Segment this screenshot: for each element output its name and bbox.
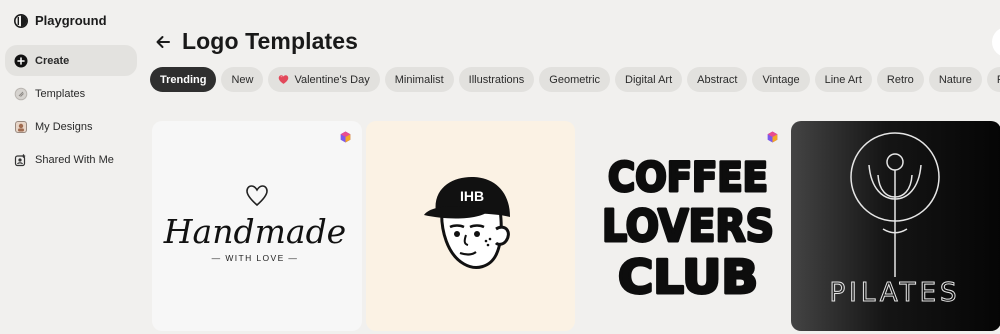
chip-illustrations[interactable]: Illustrations — [458, 67, 535, 92]
chip-abstract[interactable]: Abstract — [687, 67, 748, 92]
coffee-line-3: CLUB — [618, 250, 758, 304]
chip-minimalist[interactable]: Minimalist — [384, 67, 454, 92]
sidebar-item-label: My Designs — [35, 120, 93, 133]
chip-digital-art[interactable]: Digital Art — [615, 67, 683, 92]
sidebar-nav: Create Templates My Designs Shared With … — [5, 45, 137, 177]
brand[interactable]: Playground — [14, 13, 107, 28]
page-title: Logo Templates — [182, 28, 359, 54]
chip-line-art[interactable]: Line Art — [814, 67, 872, 92]
sidebar-item-shared[interactable]: Shared With Me — [5, 144, 137, 175]
chip-new[interactable]: New — [221, 67, 264, 92]
my-designs-icon — [14, 120, 28, 134]
playground-logo-icon — [14, 13, 28, 28]
sidebar-item-label: Create — [35, 54, 70, 67]
chip-more[interactable]: Fl — [986, 67, 1000, 92]
coffee-line-1: COFFEE — [608, 155, 768, 201]
chip-valentines-day[interactable]: Valentine's Day — [268, 67, 380, 92]
handmade-tagline: — WITH LOVE — — [212, 253, 299, 263]
sidebar-item-label: Templates — [35, 87, 86, 100]
heart-icon — [279, 75, 289, 84]
handmade-script: Handmade — [163, 212, 346, 251]
sidebar-item-create[interactable]: Create — [5, 45, 137, 76]
pilates-word: PILATES — [829, 278, 960, 308]
pro-badge-icon — [340, 131, 351, 143]
chip-nature[interactable]: Nature — [928, 67, 982, 92]
chip-geometric[interactable]: Geometric — [539, 67, 611, 92]
app-name: Playground — [35, 13, 107, 28]
chip-vintage[interactable]: Vintage — [752, 67, 810, 92]
sidebar-item-my-designs[interactable]: My Designs — [5, 111, 137, 142]
coffee-lovers-club-logo: COFFEE LOVERS CLUB — [601, 154, 776, 306]
ihb-character-logo: IHB — [424, 176, 510, 269]
arrow-left-icon[interactable] — [154, 33, 172, 51]
chip-retro[interactable]: Retro — [876, 67, 924, 92]
page-heading: Logo Templates — [154, 28, 358, 55]
sidebar-item-templates[interactable]: Templates — [5, 78, 137, 109]
template-card-ihb[interactable]: IHB — [366, 121, 575, 331]
app-root: Playground Create Templates My Designs S… — [0, 0, 1000, 334]
handmade-logo: Handmade — WITH LOVE — — [163, 185, 346, 263]
chip-trending[interactable]: Trending — [150, 67, 217, 92]
template-card-pilates[interactable]: PILATES — [791, 121, 1000, 331]
shared-icon — [14, 153, 28, 167]
pilates-logo: PILATES — [829, 132, 960, 309]
templates-icon — [14, 87, 28, 101]
plus-circle-icon — [14, 54, 28, 68]
main-content: Logo Templates Trending New Valentine's … — [145, 0, 1000, 334]
template-card-coffee-lovers[interactable]: COFFEE LOVERS CLUB — [580, 121, 790, 331]
heart-outline-icon — [246, 185, 268, 207]
template-card-handmade[interactable]: Handmade — WITH LOVE — — [152, 121, 362, 331]
filter-chips: Trending New Valentine's Day Minimalist … — [150, 67, 1000, 92]
cap-text: IHB — [460, 188, 484, 204]
corner-action-button[interactable] — [992, 27, 1000, 57]
sidebar: Playground Create Templates My Designs S… — [0, 0, 145, 334]
coffee-line-2: LOVERS — [602, 201, 774, 252]
chip-label: Valentine's Day — [294, 73, 370, 86]
pro-badge-icon — [767, 131, 778, 143]
sidebar-item-label: Shared With Me — [35, 153, 114, 166]
